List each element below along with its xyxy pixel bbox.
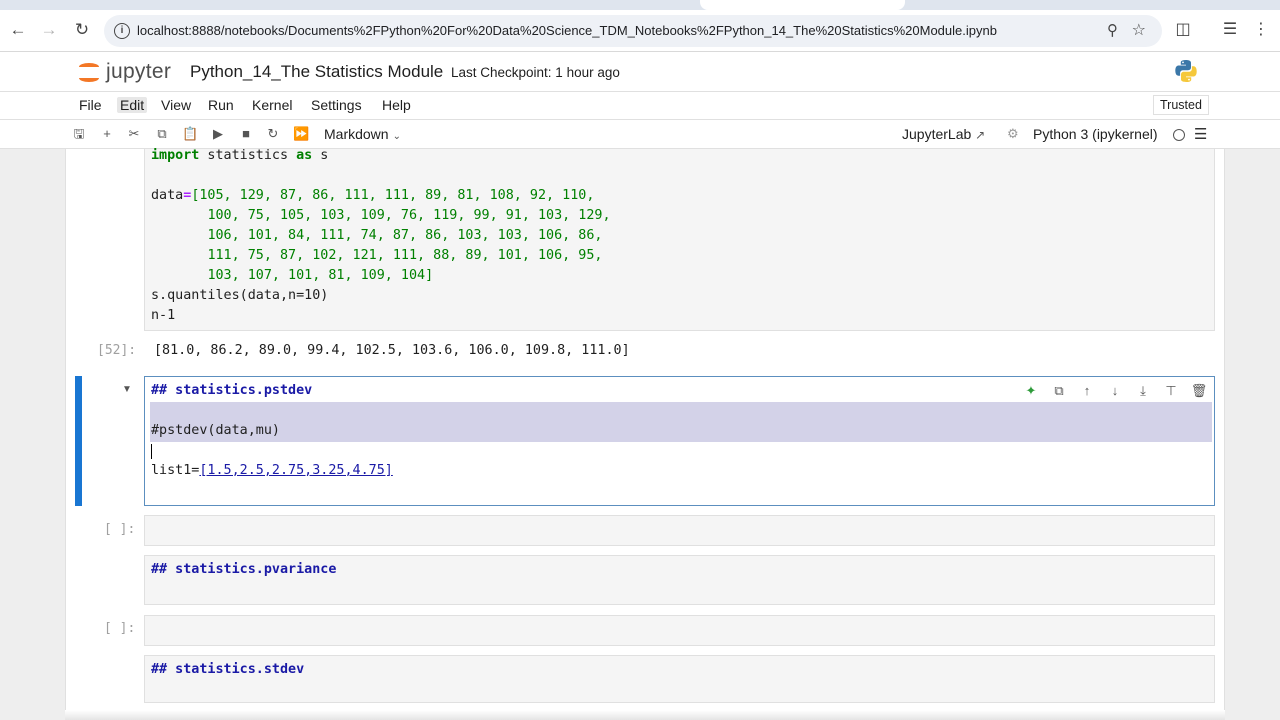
cell-type-value: Markdown [324, 126, 389, 142]
markdown-source[interactable]: ## statistics.pstdev #pstdev(data,mu) li… [151, 381, 393, 481]
trusted-badge[interactable]: Trusted [1153, 95, 1209, 115]
code-editor[interactable]: import statistics as s data=[105, 129, 8… [151, 146, 611, 326]
browser-menu-icon[interactable]: ⋮ [1250, 19, 1272, 41]
menu-edit[interactable]: Edit [117, 97, 148, 113]
forward-icon[interactable]: → [37, 18, 61, 42]
stop-icon[interactable]: ■ [238, 126, 254, 142]
kernel-menu-icon[interactable]: ☰ [1194, 125, 1207, 143]
menu-help[interactable]: Help [382, 97, 411, 113]
input-prompt: [ ]: [104, 522, 136, 537]
jupyterlab-label: JupyterLab [902, 126, 972, 142]
text-cursor [151, 444, 152, 459]
notebook-title[interactable]: Python_14_The Statistics Module [190, 62, 443, 82]
save-icon[interactable]: 🖫 [71, 126, 87, 142]
jupyter-logo-icon [78, 61, 100, 83]
jupyter-logo[interactable]: jupyter [78, 58, 171, 86]
move-up-icon[interactable]: ↑ [1078, 382, 1096, 400]
cell-output: [81.0, 86.2, 89.0, 99.4, 102.5, 103.6, 1… [154, 343, 630, 358]
markdown-cell[interactable]: ## statistics.stdev [144, 655, 1215, 703]
url-text[interactable]: localhost:8888/notebooks/Documents%2FPyt… [137, 23, 997, 38]
site-info-icon[interactable]: i [114, 23, 130, 39]
insert-below-icon[interactable]: ⤓ [1134, 382, 1152, 400]
markdown-heading: ## statistics.pvariance [151, 562, 337, 577]
zoom-icon[interactable]: ⚲ [1107, 21, 1118, 39]
cut-icon[interactable]: ✂ [126, 126, 142, 142]
kernel-name[interactable]: Python 3 (ipykernel) [1033, 126, 1158, 142]
gear-icon[interactable]: ⚙ [1007, 126, 1019, 142]
run-icon[interactable]: ▶ [210, 126, 226, 142]
open-jupyterlab-link[interactable]: JupyterLab ↗ [902, 126, 985, 142]
duplicate-cell-icon[interactable]: ⧉ [1050, 382, 1068, 400]
copy-icon[interactable]: ⧉ [154, 126, 170, 142]
menu-settings[interactable]: Settings [311, 97, 362, 113]
kernel-status-icon [1173, 129, 1185, 141]
menu-kernel[interactable]: Kernel [252, 97, 292, 113]
collapse-heading-icon[interactable]: ▼ [122, 384, 132, 395]
markdown-cell[interactable]: ## statistics.pvariance [144, 555, 1215, 605]
menu-file[interactable]: File [79, 97, 102, 113]
browser-tab-strip [0, 0, 1280, 10]
address-bar[interactable]: i localhost:8888/notebooks/Documents%2FP… [104, 15, 1162, 47]
restart-run-all-icon[interactable]: ⏩ [293, 126, 309, 142]
chevron-down-icon: ⌄ [392, 131, 401, 142]
move-down-icon[interactable]: ↓ [1106, 382, 1124, 400]
python-logo-icon [1175, 60, 1197, 82]
reload-icon[interactable]: ↻ [70, 18, 94, 42]
paste-icon[interactable]: 📋 [182, 126, 198, 142]
empty-code-cell[interactable] [144, 615, 1215, 646]
active-cell-indicator[interactable] [75, 376, 82, 506]
back-icon[interactable]: ← [6, 18, 30, 42]
ai-sparkle-icon[interactable]: ✦ [1022, 382, 1040, 400]
code-cell-input[interactable]: import statistics as s data=[105, 129, 8… [144, 146, 1215, 331]
output-prompt: [52]: [97, 343, 137, 358]
jupyter-logo-text: jupyter [106, 60, 172, 83]
delete-cell-icon[interactable]: 🗑 [1190, 382, 1208, 400]
menu-run[interactable]: Run [208, 97, 234, 113]
markdown-cell-editor[interactable]: ## statistics.pstdev #pstdev(data,mu) li… [144, 376, 1215, 506]
cell-toolbar: ✦ ⧉ ↑ ↓ ⤓ ⊤ 🗑 [1022, 382, 1208, 400]
add-cell-icon[interactable]: + [99, 126, 115, 142]
bookmark-star-icon[interactable]: ☆ [1132, 20, 1146, 40]
active-browser-tab[interactable] [700, 0, 905, 10]
external-link-icon: ↗ [975, 128, 986, 142]
menu-view[interactable]: View [161, 97, 191, 113]
jupyter-header: jupyter Python_14_The Statistics Module … [0, 53, 1280, 91]
reading-mode-icon[interactable]: ☰ [1219, 19, 1241, 41]
notebook-toolbar: 🖫 + ✂ ⧉ 📋 ▶ ■ ↻ ⏩ Markdown ⌄ JupyterLab ↗… [0, 120, 1280, 149]
extensions-icon[interactable]: ◫ [1172, 19, 1194, 41]
empty-code-cell[interactable] [144, 515, 1215, 546]
markdown-heading: ## statistics.stdev [151, 662, 305, 677]
browser-toolbar: ← → ↻ i localhost:8888/notebooks/Documen… [0, 10, 1280, 52]
menu-bar: File Edit View Run Kernel Settings Help … [0, 91, 1280, 120]
restart-icon[interactable]: ↻ [265, 126, 281, 142]
scroll-shadow [65, 710, 1225, 720]
last-checkpoint: Last Checkpoint: 1 hour ago [451, 65, 620, 80]
cell-type-select[interactable]: Markdown ⌄ [324, 126, 401, 142]
input-prompt: [ ]: [104, 621, 136, 636]
insert-above-icon[interactable]: ⊤ [1162, 382, 1180, 400]
